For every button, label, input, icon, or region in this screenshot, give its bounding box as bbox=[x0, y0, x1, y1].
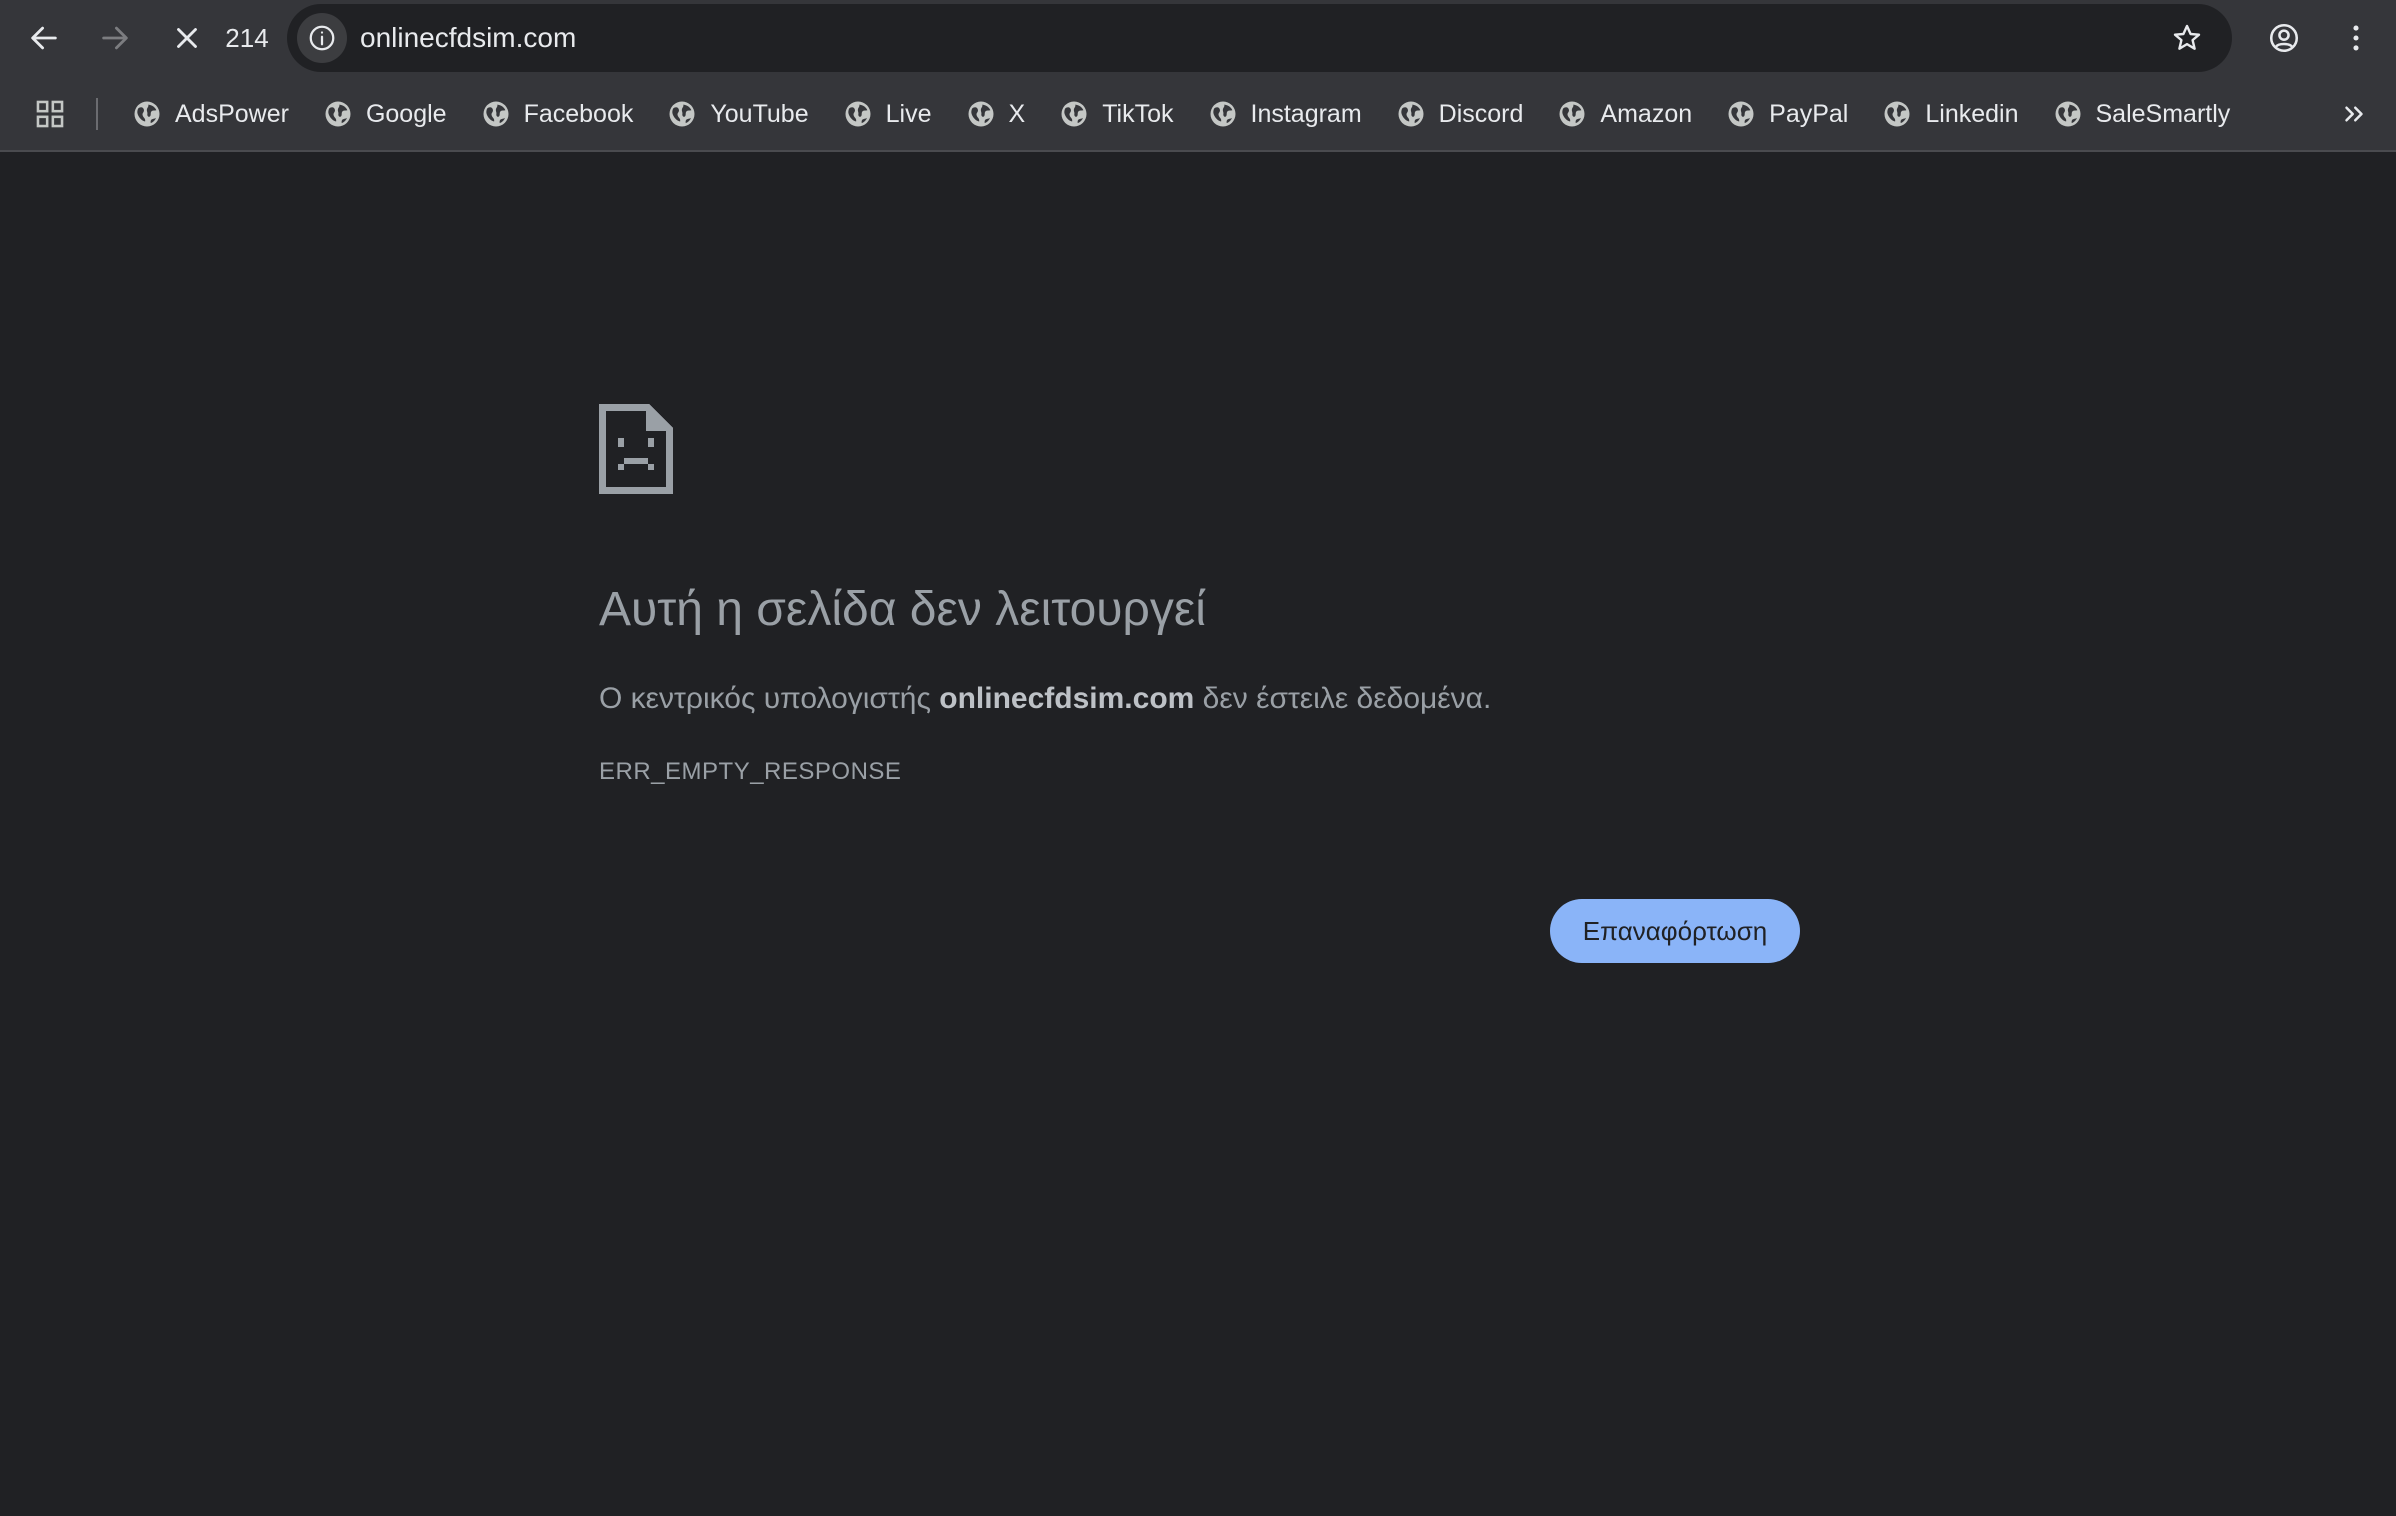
bookmark-label: AdsPower bbox=[175, 99, 289, 128]
error-host: onlinecfdsim.com bbox=[939, 682, 1195, 715]
apps-grid-icon bbox=[36, 100, 64, 128]
double-chevron-right-icon bbox=[2345, 106, 2363, 122]
globe-icon bbox=[2055, 101, 2080, 127]
site-info-button[interactable] bbox=[297, 13, 347, 63]
reload-button[interactable]: Επαναφόρτωση bbox=[1550, 899, 1800, 963]
globe-icon bbox=[1061, 101, 1087, 127]
bookmark-star-button[interactable] bbox=[2162, 13, 2212, 63]
sad-page-icon bbox=[599, 404, 673, 494]
bookmark-item[interactable]: TikTok bbox=[1047, 90, 1185, 138]
tab-count[interactable]: 214 bbox=[222, 20, 272, 56]
globe-icon bbox=[669, 101, 695, 127]
globe-icon bbox=[968, 101, 993, 127]
bookmark-item[interactable]: Live bbox=[831, 90, 944, 138]
error-code: ERR_EMPTY_RESPONSE bbox=[599, 758, 902, 785]
menu-icon bbox=[2353, 25, 2359, 51]
bookmark-label: PayPal bbox=[1769, 99, 1849, 128]
info-icon bbox=[309, 25, 335, 51]
globe-icon bbox=[1728, 101, 1754, 127]
error-title: Αυτή η σελίδα δεν λειτουργεί bbox=[599, 583, 1206, 636]
bookmark-item[interactable]: Google bbox=[311, 90, 459, 138]
error-description-prefix: Ο κεντρικός υπολογιστής bbox=[599, 682, 940, 715]
globe-icon bbox=[134, 101, 160, 127]
back-icon bbox=[31, 26, 57, 50]
bookmark-label: Facebook bbox=[523, 99, 634, 128]
error-description-suffix: δεν έστειλε δεδομένα. bbox=[1194, 682, 1492, 715]
url-input[interactable] bbox=[360, 4, 2060, 72]
bookmark-label: Amazon bbox=[1600, 99, 1693, 128]
apps-button[interactable] bbox=[30, 94, 70, 134]
bookmark-label: Linkedin bbox=[1925, 99, 2019, 128]
more-bookmarks-button[interactable] bbox=[2334, 94, 2374, 134]
bookmark-item[interactable]: Facebook bbox=[469, 90, 646, 138]
bookmark-label: Google bbox=[365, 99, 447, 128]
profile-button[interactable] bbox=[2258, 12, 2310, 64]
bookmark-item[interactable]: AdsPower bbox=[120, 90, 301, 138]
globe-icon bbox=[1398, 101, 1424, 127]
bookmarks-bar: AdsPower Google Facebook YouTube Live X TikTok… bbox=[0, 76, 2396, 152]
browser-toolbar: 214 bbox=[0, 0, 2396, 76]
bookmark-item[interactable]: SaleSmartly bbox=[2041, 90, 2243, 138]
error-page: Αυτή η σελίδα δεν λειτουργεί Ο κεντρικός… bbox=[0, 152, 2396, 1516]
bookmark-label: Live bbox=[885, 99, 932, 128]
profile-icon bbox=[2269, 23, 2299, 53]
browser-window: 214 onlinecfdsim.com AdsPower Google Fac… bbox=[0, 0, 2396, 1516]
bookmark-item[interactable]: Discord bbox=[1384, 90, 1536, 138]
bookmark-item[interactable]: PayPal bbox=[1714, 90, 1860, 138]
address-bar[interactable] bbox=[287, 4, 2232, 72]
forward-icon bbox=[102, 26, 128, 50]
bookmarks-list: AdsPower Google Facebook YouTube Live X TikTok… bbox=[120, 90, 2252, 138]
globe-icon bbox=[1559, 101, 1585, 127]
bookmark-label: Instagram bbox=[1250, 99, 1362, 128]
bookmark-item[interactable]: Instagram bbox=[1196, 90, 1374, 138]
bookmark-item[interactable]: Amazon bbox=[1545, 90, 1704, 138]
bookmark-item[interactable]: YouTube bbox=[655, 90, 820, 138]
globe-icon bbox=[325, 101, 351, 127]
bookmarks-separator bbox=[96, 98, 98, 130]
chrome-menu-button[interactable] bbox=[2330, 12, 2382, 64]
stop-icon bbox=[177, 28, 197, 48]
forward-button[interactable] bbox=[89, 12, 141, 64]
stop-loading-button[interactable] bbox=[161, 12, 213, 64]
globe-icon bbox=[845, 101, 871, 127]
bookmark-item[interactable]: X bbox=[954, 90, 1038, 138]
globe-icon bbox=[1210, 101, 1235, 127]
error-description: Ο κεντρικός υπολογιστής onlinecfdsim.com… bbox=[599, 682, 1491, 716]
bookmark-label: X bbox=[1008, 99, 1026, 128]
bookmark-label: Discord bbox=[1438, 99, 1524, 128]
bookmark-label: YouTube bbox=[710, 99, 809, 128]
bookmark-label: TikTok bbox=[1102, 99, 1174, 128]
back-button[interactable] bbox=[18, 12, 70, 64]
bookmark-item[interactable]: Linkedin bbox=[1870, 90, 2030, 138]
bookmark-label: SaleSmartly bbox=[2095, 99, 2231, 128]
star-icon bbox=[2173, 24, 2201, 50]
globe-icon bbox=[1884, 101, 1910, 127]
globe-icon bbox=[483, 101, 509, 127]
